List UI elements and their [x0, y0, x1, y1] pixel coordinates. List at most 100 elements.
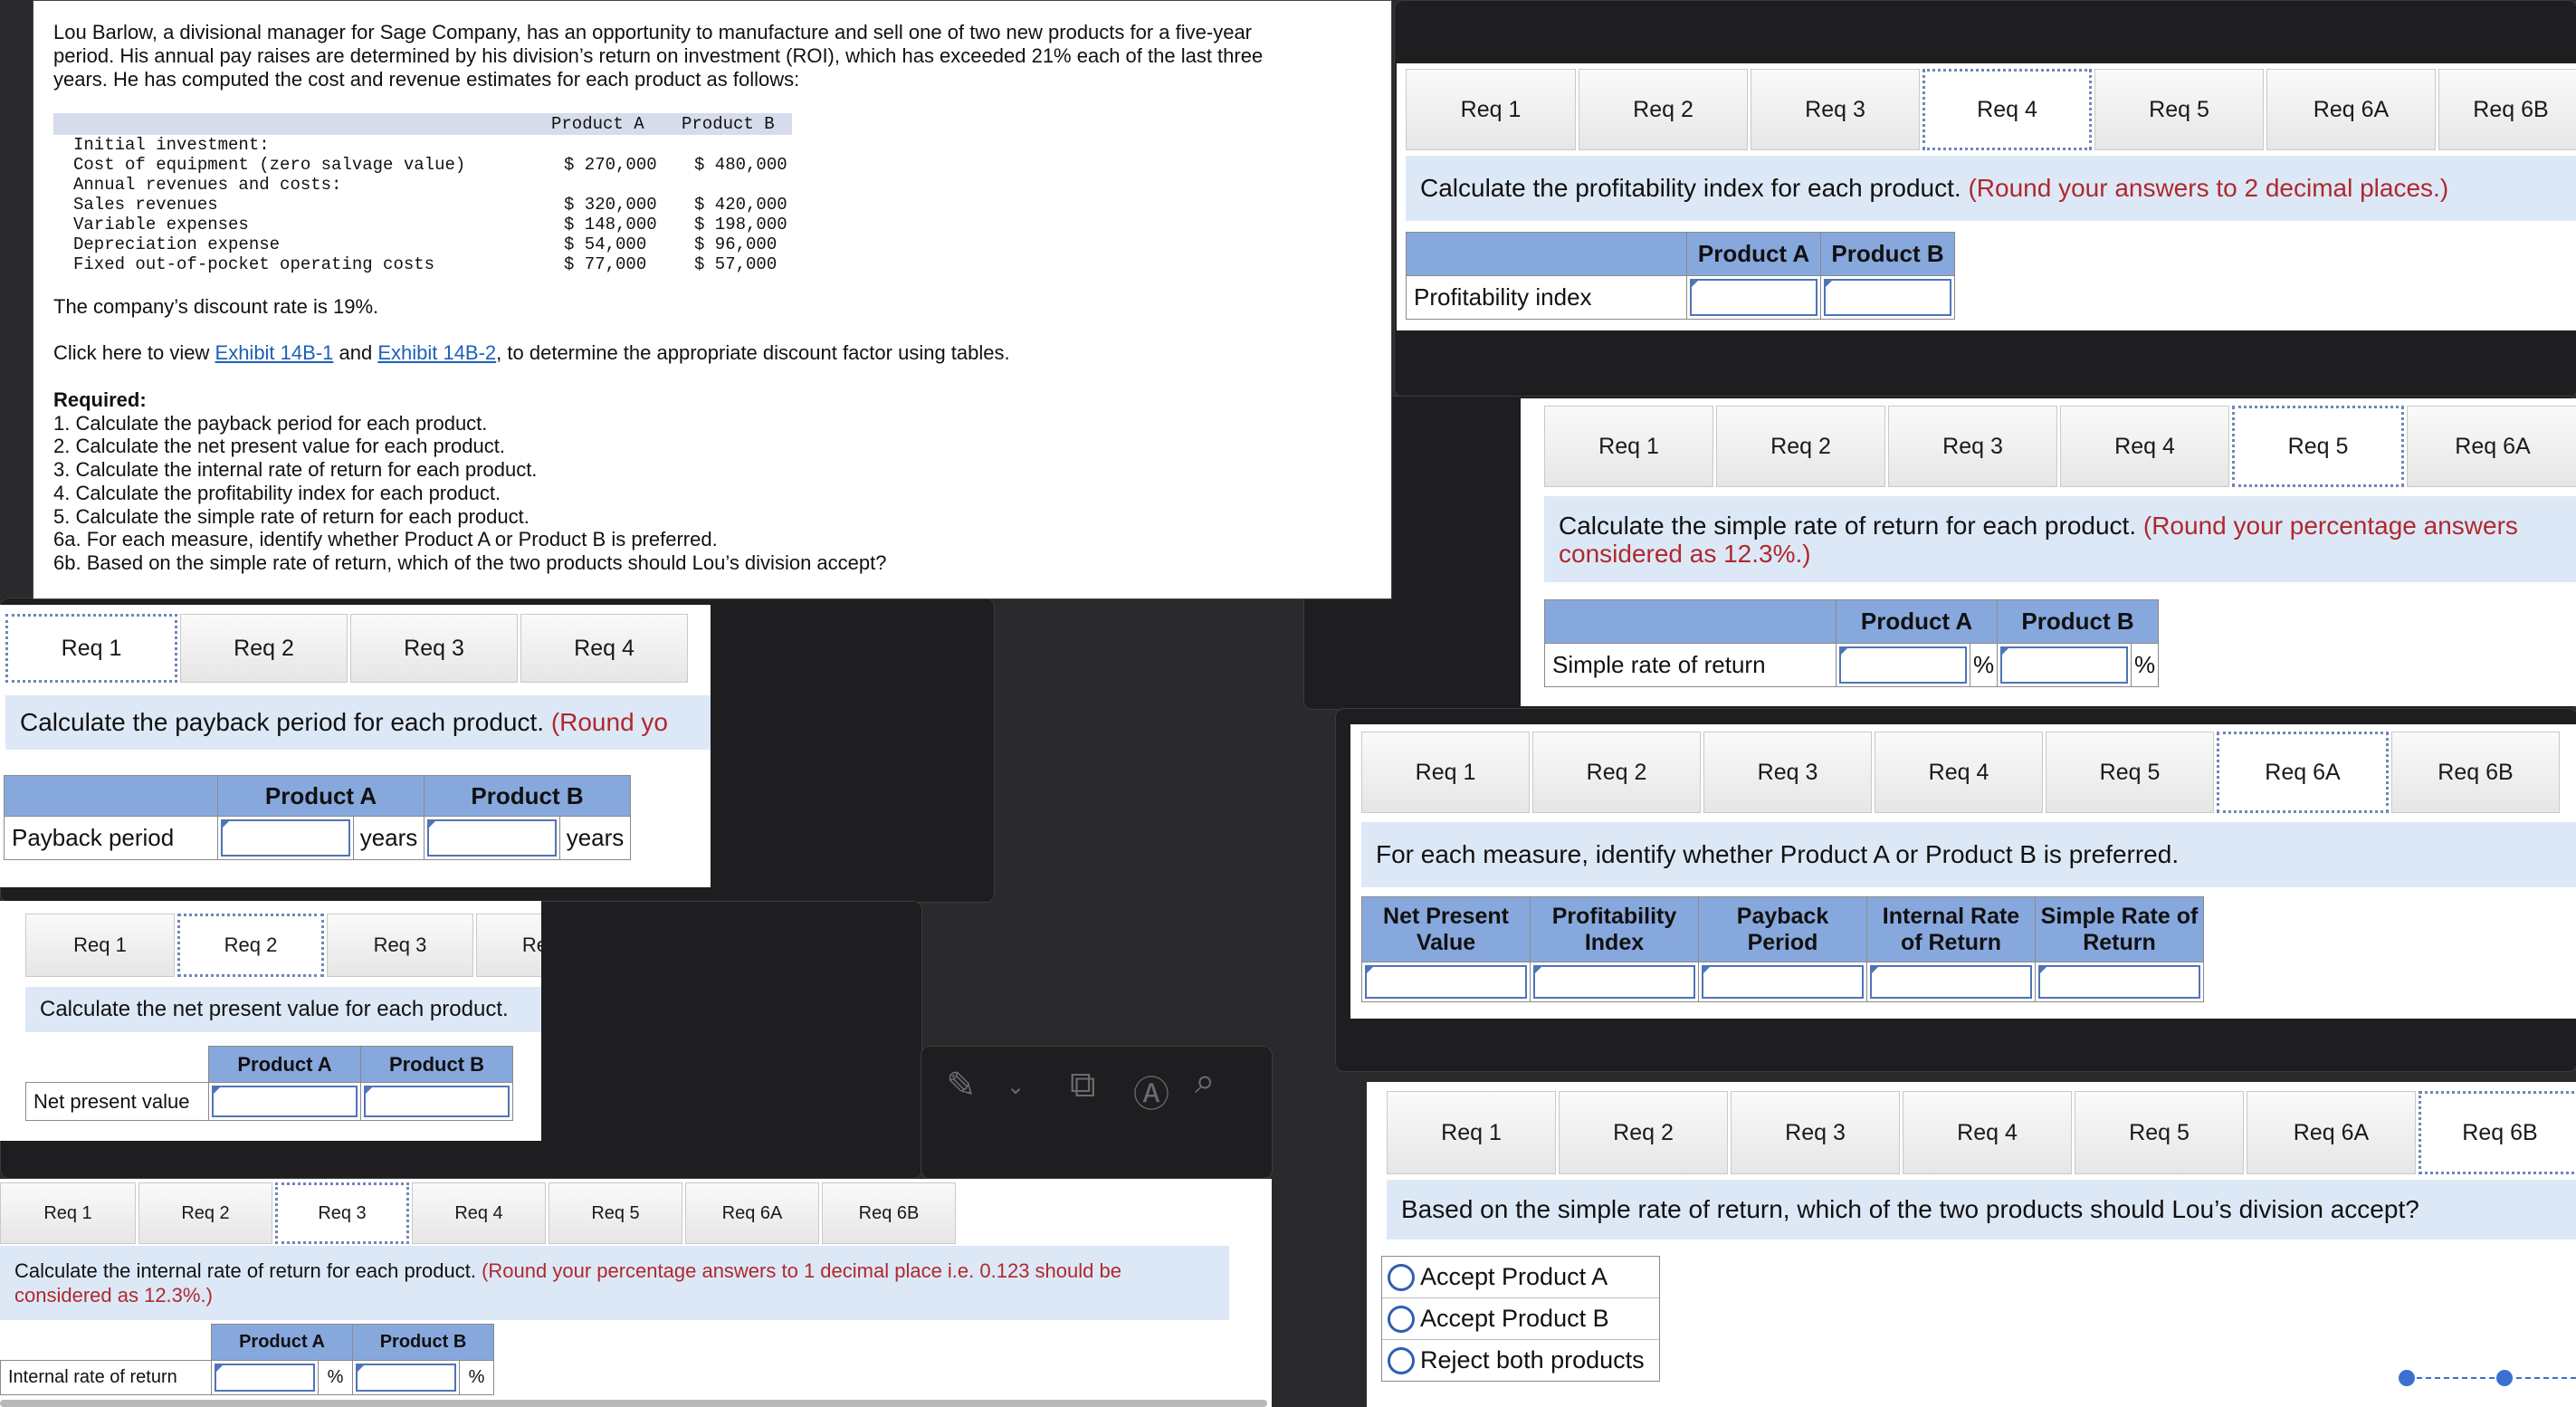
exhibit-14b2-link[interactable]: Exhibit 14B-2: [377, 341, 496, 364]
tab-req2[interactable]: Req 2: [1579, 69, 1748, 150]
markup-icon[interactable]: Ⓐ: [1133, 1065, 1169, 1117]
row-value-a: $ 270,000: [564, 155, 657, 175]
row-value-a: $ 77,000: [564, 254, 647, 274]
radio-icon[interactable]: [1388, 1346, 1415, 1374]
search-icon[interactable]: ⌕: [1195, 1061, 1215, 1102]
req6a-answer-table: Net Present Value Profitability Index Payb…: [1361, 896, 2204, 1002]
col-product-a: Product A: [217, 775, 425, 817]
radio-icon[interactable]: [1388, 1305, 1415, 1333]
option-accept-b[interactable]: Accept Product B: [1382, 1297, 1659, 1339]
npv-preference-select[interactable]: [1361, 962, 1531, 1002]
tab-req5[interactable]: Req 5: [2232, 406, 2404, 487]
problem-window: Lou Barlow, a divisional manager for Sag…: [33, 0, 1392, 599]
tab-req4[interactable]: Req 4: [412, 1182, 546, 1244]
payback-preference-select[interactable]: [1698, 962, 1867, 1002]
tab-req3[interactable]: Req 3: [350, 614, 518, 683]
option-reject-both[interactable]: Reject both products: [1382, 1339, 1659, 1381]
req3-question: Calculate the internal rate of return fo…: [14, 1259, 476, 1282]
tab-req6a[interactable]: Req 6A: [2407, 406, 2576, 487]
tab-req3[interactable]: Req 3: [1751, 69, 1920, 150]
row-value-a: $ 320,000: [564, 195, 657, 215]
tab-req6a[interactable]: Req 6A: [2217, 732, 2389, 813]
row-value-b: $ 420,000: [694, 195, 787, 215]
tab-req4[interactable]: Req 4: [1875, 732, 2043, 813]
scroll-handle-right[interactable]: [2496, 1370, 2513, 1386]
irr-a-input[interactable]: [211, 1360, 319, 1395]
tab-req2[interactable]: Req 2: [1532, 732, 1701, 813]
tab-req3[interactable]: Req 3: [327, 914, 473, 977]
pi-b-input[interactable]: [1820, 275, 1955, 320]
tab-req2[interactable]: Req 2: [1559, 1091, 1728, 1174]
srr-preference-select[interactable]: [2035, 962, 2204, 1002]
radio-icon[interactable]: [1388, 1263, 1415, 1291]
tab-req1[interactable]: Req 1: [25, 914, 175, 977]
tab-req4[interactable]: Req 4: [1922, 69, 2092, 150]
pi-a-input[interactable]: [1686, 275, 1821, 320]
horizontal-scrollbar[interactable]: [2399, 1370, 2576, 1388]
tab-req1[interactable]: Req 1: [1361, 732, 1530, 813]
tab-req1[interactable]: Req 1: [5, 614, 177, 683]
tab-req3[interactable]: Req 3: [275, 1182, 409, 1244]
req5-panel: Req 1 Req 2 Req 3 Req 4 Req 5 Req 6A Cal…: [1521, 398, 2576, 706]
irr-preference-select[interactable]: [1866, 962, 2036, 1002]
tab-req5[interactable]: Req 5: [2094, 69, 2264, 150]
npv-a-input[interactable]: [208, 1082, 361, 1121]
tab-req3[interactable]: Req 3: [1731, 1091, 1900, 1174]
exhibit-14b1-link[interactable]: Exhibit 14B-1: [215, 341, 334, 364]
share-icon[interactable]: ⧉: [1070, 1065, 1096, 1106]
row-label: Variable expenses: [73, 215, 249, 234]
req3-answer-table: Product A Product B Internal rate of ret…: [0, 1324, 494, 1395]
tab-req2[interactable]: Req 2: [177, 914, 324, 977]
exhibit-prefix: Click here to view: [53, 341, 215, 364]
tab-req6b[interactable]: Req 6B: [2391, 732, 2560, 813]
tab-req1[interactable]: Req 1: [1406, 69, 1576, 150]
req5-answer-table: Product A Product B Simple rate of retur…: [1544, 599, 2159, 687]
row-label: Cost of equipment (zero salvage value): [73, 155, 466, 175]
required-item: 3. Calculate the internal rate of return…: [53, 458, 538, 482]
tab-req3[interactable]: Req 3: [1703, 732, 1872, 813]
tab-req5[interactable]: Req 5: [549, 1182, 682, 1244]
payback-a-input[interactable]: [217, 816, 354, 860]
tab-req2[interactable]: Req 2: [138, 1182, 272, 1244]
irr-b-input[interactable]: [352, 1360, 460, 1395]
tab-req6b[interactable]: Req 6B: [2419, 1091, 2576, 1174]
tab-req-partial[interactable]: Re: [476, 914, 541, 977]
srr-b-input[interactable]: [1997, 643, 2132, 687]
chevron-down-icon[interactable]: ⌄: [1007, 1074, 1025, 1100]
pencil-icon[interactable]: ✎: [946, 1065, 977, 1106]
col-product-b: Product B: [352, 1324, 494, 1361]
required-section: Required: 1. Calculate the payback perio…: [53, 388, 886, 575]
tab-req4[interactable]: Req 4: [2060, 406, 2229, 487]
col-profitability-index: Profitability Index: [1530, 896, 1699, 962]
row-value-a: $ 54,000: [564, 234, 647, 254]
tab-req2[interactable]: Req 2: [1716, 406, 1885, 487]
tab-req2[interactable]: Req 2: [180, 614, 348, 683]
data-table-col-a: Product A: [551, 114, 644, 134]
option-accept-a[interactable]: Accept Product A: [1382, 1257, 1659, 1297]
row-value-a: $ 148,000: [564, 215, 657, 234]
payback-b-input[interactable]: [424, 816, 560, 860]
percent-unit: %: [1970, 643, 1998, 687]
window-scroll-strip[interactable]: [0, 1400, 1267, 1407]
tab-req6a[interactable]: Req 6A: [685, 1182, 819, 1244]
tab-req5[interactable]: Req 5: [2075, 1091, 2244, 1174]
tab-req1[interactable]: Req 1: [0, 1182, 136, 1244]
tab-req4[interactable]: Req 4: [1903, 1091, 2072, 1174]
tab-req1[interactable]: Req 1: [1544, 406, 1713, 487]
pi-preference-select[interactable]: [1530, 962, 1699, 1002]
corner-cell: [1406, 232, 1687, 276]
tab-req6b[interactable]: Req 6B: [2438, 69, 2576, 150]
req3-note-2: considered as 12.3%.): [14, 1284, 213, 1306]
tab-req5[interactable]: Req 5: [2046, 732, 2214, 813]
tab-req6b[interactable]: Req 6B: [822, 1182, 956, 1244]
scroll-handle-left[interactable]: [2399, 1370, 2415, 1386]
tab-req6a[interactable]: Req 6A: [2247, 1091, 2416, 1174]
tab-req6a[interactable]: Req 6A: [2266, 69, 2436, 150]
tab-req3[interactable]: Req 3: [1888, 406, 2057, 487]
tab-req1[interactable]: Req 1: [1387, 1091, 1556, 1174]
npv-b-input[interactable]: [360, 1082, 513, 1121]
tab-req4[interactable]: Req 4: [520, 614, 688, 683]
srr-a-input[interactable]: [1836, 643, 1970, 687]
data-table-row: Annual revenues and costs:: [73, 175, 797, 195]
req5-question-bar: Calculate the simple rate of return for …: [1544, 496, 2576, 582]
